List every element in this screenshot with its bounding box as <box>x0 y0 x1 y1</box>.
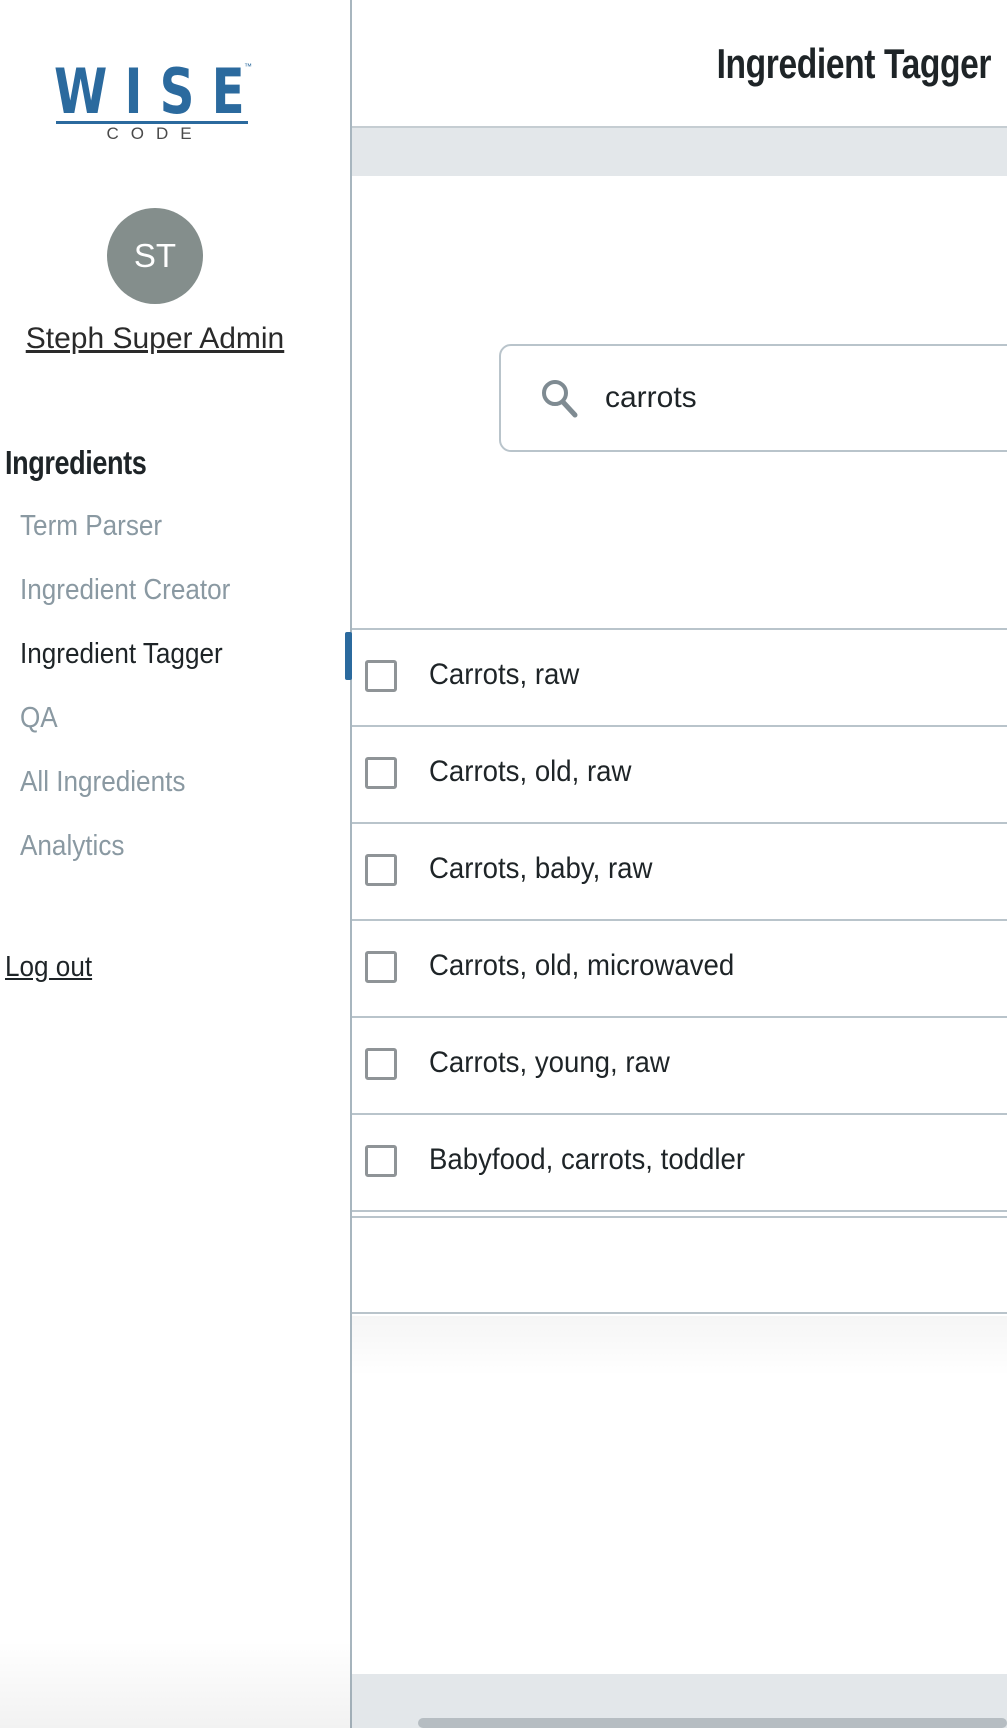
list-item-label: Carrots, young, raw <box>429 1046 670 1079</box>
checkbox[interactable] <box>365 1145 397 1177</box>
avatar[interactable]: ST <box>107 208 203 304</box>
list-item[interactable]: Carrots, young, raw <box>352 1016 1007 1113</box>
search-field[interactable] <box>499 344 1007 452</box>
checkbox[interactable] <box>365 660 397 692</box>
sidebar-item-analytics[interactable]: Analytics <box>20 830 124 863</box>
checkbox[interactable] <box>365 757 397 789</box>
results-footer-row <box>352 1216 1007 1314</box>
list-item[interactable]: Carrots, raw <box>352 628 1007 725</box>
active-nav-indicator <box>345 632 352 680</box>
list-item[interactable]: Babyfood, carrots, toddler <box>352 1113 1007 1212</box>
search-icon <box>542 380 578 418</box>
sidebar-bottom-shadow <box>0 1640 352 1728</box>
sidebar-item-term-parser[interactable]: Term Parser <box>20 510 162 543</box>
checkbox[interactable] <box>365 854 397 886</box>
horizontal-scrollbar[interactable] <box>418 1718 1007 1728</box>
sidebar-item-qa[interactable]: QA <box>20 702 58 735</box>
logo-trademark: ™ <box>244 62 252 71</box>
list-item[interactable]: Carrots, old, microwaved <box>352 919 1007 1016</box>
page-header: Ingredient Tagger <box>352 0 1007 128</box>
page-title: Ingredient Tagger <box>716 40 992 87</box>
checkbox[interactable] <box>365 1048 397 1080</box>
list-item-label: Carrots, old, microwaved <box>429 949 735 982</box>
app-window: WISE ™ CODE ST Steph Super Admin Ingredi… <box>0 0 1007 1728</box>
list-item[interactable]: Carrots, old, raw <box>352 725 1007 822</box>
sidebar: WISE ™ CODE ST Steph Super Admin Ingredi… <box>0 0 352 1728</box>
toolbar-band <box>352 128 1007 176</box>
panel-shadow <box>352 1316 1007 1376</box>
main-panel: Ingredient Tagger Carrots, raw Carrots, … <box>352 0 1007 1728</box>
logout-link[interactable]: Log out <box>5 951 92 984</box>
list-item-label: Carrots, old, raw <box>429 755 632 788</box>
sidebar-item-all-ingredients[interactable]: All Ingredients <box>20 766 185 799</box>
list-item-label: Babyfood, carrots, toddler <box>429 1143 746 1176</box>
nav-section-heading-ingredients: Ingredients <box>5 444 147 481</box>
checkbox[interactable] <box>365 951 397 983</box>
list-item-label: Carrots, raw <box>429 658 580 691</box>
wise-code-logo[interactable]: WISE ™ CODE <box>54 55 262 146</box>
list-item-label: Carrots, baby, raw <box>429 852 653 885</box>
logo-wordmark: WISE <box>54 55 262 128</box>
search-input[interactable] <box>605 368 1007 428</box>
sidebar-item-ingredient-creator[interactable]: Ingredient Creator <box>20 574 230 607</box>
list-item[interactable]: Carrots, baby, raw <box>352 822 1007 919</box>
sidebar-item-ingredient-tagger[interactable]: Ingredient Tagger <box>20 638 223 671</box>
user-profile-link[interactable]: Steph Super Admin <box>0 322 310 356</box>
logo-subtitle: CODE <box>106 124 204 143</box>
results-list: Carrots, raw Carrots, old, raw Carrots, … <box>352 628 1007 1212</box>
